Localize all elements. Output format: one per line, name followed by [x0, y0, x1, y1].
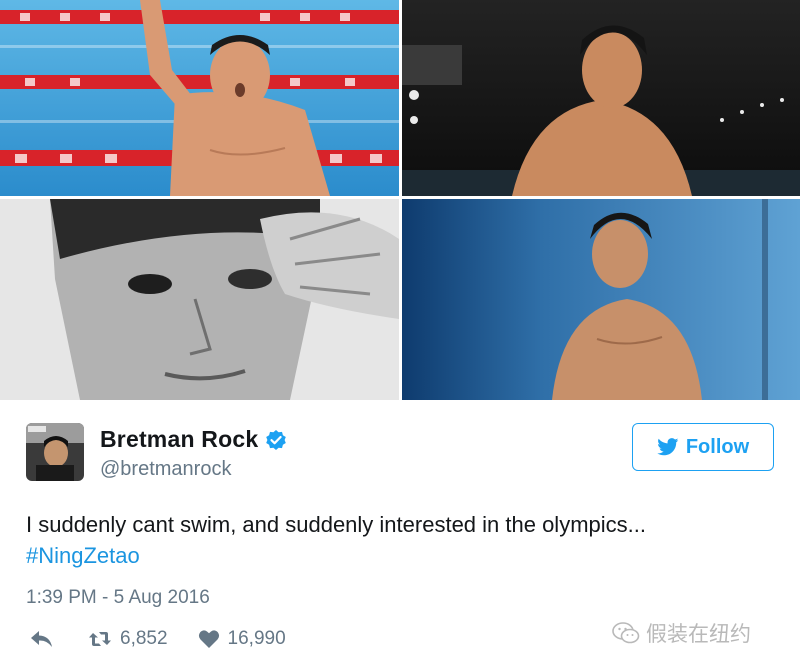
follow-label: Follow — [685, 435, 750, 458]
retweet-icon — [89, 632, 111, 646]
follow-button[interactable]: Follow — [632, 423, 774, 471]
wechat-icon — [612, 622, 640, 644]
like-button[interactable]: 16,990 — [198, 628, 286, 650]
avatar[interactable] — [26, 423, 84, 481]
reply-icon — [31, 631, 52, 647]
author-handle[interactable]: @bretmanrock — [100, 458, 231, 481]
retweet-count: 6,852 — [120, 628, 168, 649]
swimmer-poolside-portrait-photo[interactable] — [402, 0, 800, 196]
swimmer-pool-celebration-photo[interactable] — [0, 0, 399, 196]
tweet-timestamp[interactable]: 1:39 PM - 5 Aug 2016 — [26, 587, 210, 609]
twitter-bird-icon — [657, 438, 679, 456]
author-display-name[interactable]: Bretman Rock — [100, 426, 258, 453]
swimmer-bw-closeup-photo[interactable] — [0, 199, 399, 400]
hashtag-link[interactable]: #NingZetao — [26, 543, 140, 569]
like-count: 16,990 — [227, 628, 286, 649]
heart-icon — [198, 630, 219, 648]
reply-button[interactable] — [30, 629, 54, 649]
watermark: 假装在纽约 — [612, 618, 751, 648]
watermark-text: 假装在纽约 — [646, 622, 751, 646]
tweet-actions: 6,852 16,990 — [30, 626, 286, 652]
verified-badge-icon — [265, 429, 287, 451]
author-name-row: Bretman Rock — [100, 426, 287, 453]
photo-grid — [0, 0, 800, 400]
tweet-text: I suddenly cant swim, and suddenly inter… — [26, 512, 646, 537]
retweet-button[interactable]: 6,852 — [88, 628, 168, 650]
swimmer-diving-block-photo[interactable] — [402, 199, 800, 400]
